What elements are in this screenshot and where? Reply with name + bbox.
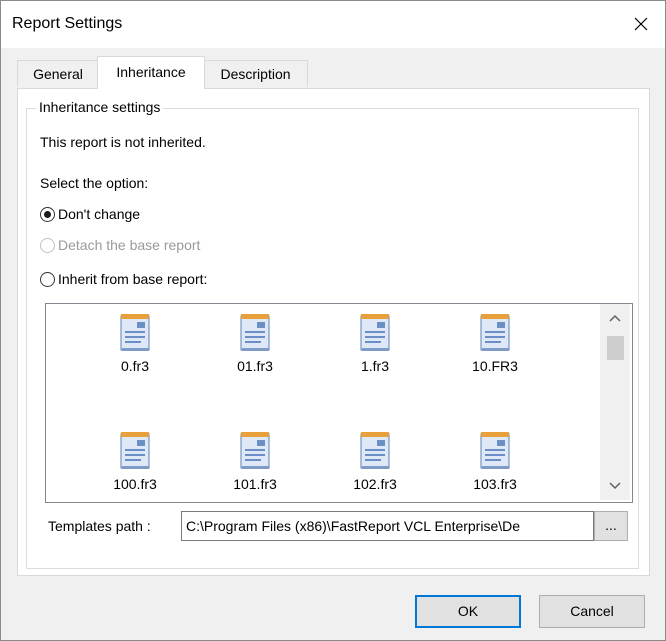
templates-path-input[interactable]: C:\Program Files (x86)\FastReport VCL En… [181,511,594,541]
report-file-icon [359,430,391,470]
tab-description[interactable]: Description [203,60,308,87]
templates-scrollbar[interactable] [600,304,630,500]
templates-path-label: Templates path : [48,518,151,534]
radio-label: Don't change [58,206,141,222]
template-name: 0.fr3 [120,358,149,374]
template-item[interactable]: 1.fr3 [335,312,415,374]
template-name: 100.fr3 [113,476,157,492]
template-item[interactable]: 01.fr3 [215,312,295,374]
template-name: 01.fr3 [237,358,273,374]
report-file-icon [359,312,391,352]
browse-button[interactable]: ... [594,511,628,541]
template-item[interactable]: 0.fr3 [95,312,175,374]
scroll-thumb[interactable] [607,336,624,360]
status-text: This report is not inherited. [40,134,206,150]
radio-button[interactable] [40,272,55,287]
chevron-down-icon [609,482,621,490]
report-file-icon [479,312,511,352]
template-name: 1.fr3 [360,358,389,374]
report-file-icon [239,312,271,352]
group-label: Inheritance settings [36,99,164,115]
template-item[interactable]: 102.fr3 [335,430,415,492]
ok-button[interactable]: OK [415,595,521,628]
report-file-icon [479,430,511,470]
select-option-label: Select the option: [40,175,149,191]
template-item[interactable]: 103.fr3 [455,430,535,492]
scroll-down-button[interactable] [600,476,630,496]
tab-general[interactable]: General [17,60,99,87]
radio-button[interactable] [40,207,55,222]
chevron-up-icon [609,314,621,322]
close-icon [634,17,648,31]
report-file-icon [239,430,271,470]
report-file-icon [119,312,151,352]
window-title: Report Settings [12,15,123,32]
close-button[interactable] [618,7,664,41]
scroll-up-button[interactable] [600,308,630,328]
template-name: 102.fr3 [353,476,397,492]
template-name: 103.fr3 [473,476,517,492]
template-name: 101.fr3 [233,476,277,492]
cancel-button[interactable]: Cancel [539,595,645,628]
tab-inheritance[interactable]: Inheritance [97,56,205,89]
radio-button [40,238,55,253]
report-file-icon [119,430,151,470]
radio-label: Detach the base report [58,237,201,253]
radio-label: Inherit from base report: [58,271,208,287]
template-name: 10.FR3 [472,358,518,374]
template-item[interactable]: 101.fr3 [215,430,295,492]
template-item[interactable]: 10.FR3 [455,312,535,374]
title-bar: Report Settings [1,1,665,48]
templates-list[interactable]: 0.fr3 01.fr3 1.fr3 10.FR3 100.fr3 101.fr… [45,303,633,503]
template-item[interactable]: 100.fr3 [95,430,175,492]
